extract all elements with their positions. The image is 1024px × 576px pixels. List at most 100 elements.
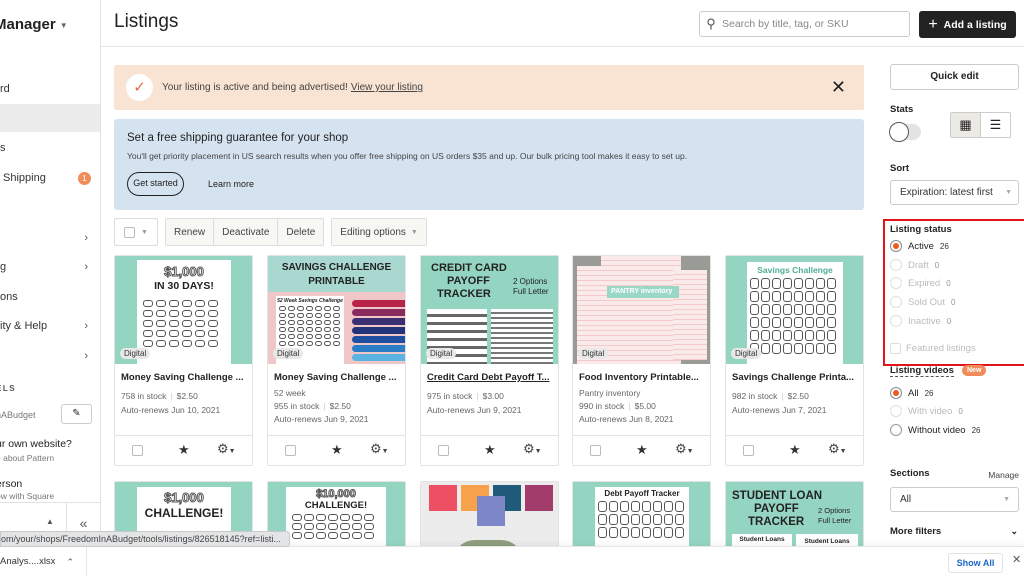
- list-view-button[interactable]: ☰: [981, 113, 1010, 137]
- sidebar-item-settings[interactable]: ›: [0, 342, 100, 370]
- renew-button[interactable]: Renew: [166, 219, 215, 245]
- radio-button[interactable]: [890, 387, 902, 399]
- listing-checkbox[interactable]: [438, 445, 449, 456]
- listing-title[interactable]: Money Saving Challenge ...: [274, 372, 402, 383]
- grid-view-button[interactable]: ▦: [951, 113, 981, 137]
- sections-select[interactable]: All ▼: [890, 487, 1019, 512]
- edit-shop-button[interactable]: ✎: [61, 404, 92, 424]
- status-option-expired[interactable]: Expired 0: [890, 277, 951, 289]
- select-all-dropdown[interactable]: ▼: [114, 218, 158, 246]
- listing-card[interactable]: SAVINGS CHALLENGE PRINTABLE 52 Week Savi…: [267, 255, 406, 466]
- caret-up-icon[interactable]: ⌃: [66, 547, 74, 576]
- add-listing-button[interactable]: + Add a listing: [919, 11, 1016, 38]
- editing-options-button[interactable]: Editing options ▼: [332, 219, 426, 245]
- sidebar-item-messages[interactable]: s: [0, 134, 100, 162]
- video-option-with-video[interactable]: With video 0: [890, 405, 963, 417]
- gear-icon[interactable]: ⚙▼: [370, 441, 389, 457]
- view-listing-link[interactable]: View your listing: [351, 82, 423, 93]
- gear-icon[interactable]: ⚙▼: [217, 441, 236, 457]
- delete-button[interactable]: Delete: [278, 219, 323, 245]
- listing-title[interactable]: Credit Card Debt Payoff T...: [427, 372, 555, 383]
- deactivate-button[interactable]: Deactivate: [214, 219, 279, 245]
- close-downloads-icon[interactable]: ✕: [1012, 553, 1021, 566]
- video-filter-count: 26: [924, 388, 934, 398]
- more-filters-label: More filters: [890, 526, 942, 537]
- close-alert-icon[interactable]: ✕: [831, 77, 846, 98]
- listing-card[interactable]: $1,000 IN 30 DAYS! Digital Money Saving …: [114, 255, 253, 466]
- sidebar-item-orders-shipping[interactable]: Shipping 1: [0, 164, 100, 192]
- search-box[interactable]: ⚲: [699, 11, 910, 37]
- listing-image[interactable]: Savings Challenge Digital: [726, 256, 863, 364]
- listing-card[interactable]: Savings Challenge Digital Savings Challe…: [725, 255, 864, 466]
- radio-button[interactable]: [890, 277, 902, 289]
- star-icon[interactable]: ★: [484, 442, 496, 458]
- manage-sections-link[interactable]: Manage: [988, 470, 1019, 480]
- listing-title[interactable]: Savings Challenge Printa...: [732, 372, 860, 383]
- editing-options-dropdown[interactable]: Editing options ▼: [331, 218, 427, 246]
- radio-button[interactable]: [890, 405, 902, 417]
- status-option-active[interactable]: Active 26: [890, 240, 949, 252]
- listing-image[interactable]: $1,000 IN 30 DAYS! Digital: [115, 256, 252, 364]
- star-icon[interactable]: ★: [636, 442, 648, 458]
- renewal-date: Auto-renews Jun 9, 2021: [274, 414, 369, 424]
- listing-card[interactable]: CREDIT CARD PAYOFF TRACKER 2 Options Ful…: [420, 255, 559, 466]
- status-option-sold-out[interactable]: Sold Out 0: [890, 296, 955, 308]
- radio-button[interactable]: [890, 240, 902, 252]
- listing-card[interactable]: PANTRY inventory Digital Food Inventory …: [572, 255, 711, 466]
- quick-edit-button[interactable]: Quick edit: [890, 64, 1019, 90]
- get-started-button[interactable]: Get started: [127, 172, 184, 196]
- status-option-draft[interactable]: Draft 0: [890, 259, 939, 271]
- status-count: 0: [934, 260, 940, 270]
- sidebar-item-dashboard[interactable]: rd: [0, 75, 100, 103]
- star-icon[interactable]: ★: [331, 442, 343, 458]
- video-option-without-video[interactable]: Without video 26: [890, 424, 980, 436]
- listing-title[interactable]: Food Inventory Printable...: [579, 372, 707, 383]
- radio-button[interactable]: [890, 259, 902, 271]
- more-filters-toggle[interactable]: More filters ⌄: [890, 526, 1018, 537]
- gear-icon[interactable]: ⚙▼: [523, 441, 542, 457]
- sidebar-item-integrations[interactable]: ons: [0, 283, 100, 311]
- star-icon[interactable]: ★: [789, 442, 801, 458]
- show-all-downloads-button[interactable]: Show All: [948, 553, 1003, 573]
- sidebar-item-marketing[interactable]: g ›: [0, 253, 100, 281]
- envelope-red: [429, 485, 457, 511]
- sidebar-item-community-help[interactable]: ity & Help ›: [0, 312, 100, 340]
- sort-select[interactable]: Expiration: latest first ▼: [890, 180, 1019, 205]
- select-all-checkbox[interactable]: [124, 226, 136, 238]
- search-input[interactable]: [722, 18, 902, 30]
- square-promo-title[interactable]: erson: [0, 478, 22, 490]
- grid-icon: ▦: [959, 117, 972, 132]
- sales-channels-heading: ELS: [0, 384, 17, 393]
- listing-image[interactable]: PANTRY inventory Digital: [573, 256, 710, 364]
- stats-toggle[interactable]: [889, 122, 921, 142]
- shop-name[interactable]: nABudget: [0, 410, 36, 420]
- listing-checkbox[interactable]: [590, 445, 601, 456]
- featured-listings-filter[interactable]: Featured listings: [890, 343, 976, 354]
- listing-checkbox[interactable]: [285, 445, 296, 456]
- listing-status-label: Listing status: [890, 224, 952, 235]
- gear-icon[interactable]: ⚙▼: [828, 441, 847, 457]
- featured-checkbox[interactable]: [890, 343, 901, 354]
- shop-manager-menu[interactable]: Manager ▼: [0, 16, 68, 33]
- radio-button[interactable]: [890, 296, 902, 308]
- sidebar-item-stats[interactable]: ›: [0, 224, 100, 252]
- listing-checkbox[interactable]: [743, 445, 754, 456]
- video-option-all[interactable]: All 26: [890, 387, 933, 399]
- pattern-promo-title[interactable]: ur own website?: [0, 438, 72, 450]
- image-caption: Student Loans: [804, 538, 850, 545]
- radio-button[interactable]: [890, 424, 902, 436]
- caret-up-icon[interactable]: ▲: [46, 517, 54, 526]
- listing-title[interactable]: Money Saving Challenge ...: [121, 372, 249, 383]
- learn-more-link[interactable]: Learn more: [208, 179, 254, 189]
- listing-image[interactable]: SAVINGS CHALLENGE PRINTABLE 52 Week Savi…: [268, 256, 405, 364]
- status-option-inactive[interactable]: Inactive 0: [890, 315, 951, 327]
- listing-image[interactable]: CREDIT CARD PAYOFF TRACKER 2 Options Ful…: [421, 256, 558, 364]
- download-item[interactable]: Analys....xlsx ⌃: [0, 547, 87, 576]
- caret-down-icon: ▼: [141, 228, 148, 236]
- listing-checkbox[interactable]: [132, 445, 143, 456]
- image-pattern: [598, 501, 684, 538]
- sidebar-item-listings[interactable]: [0, 104, 100, 132]
- gear-icon[interactable]: ⚙▼: [675, 441, 694, 457]
- star-icon[interactable]: ★: [178, 442, 190, 458]
- radio-button[interactable]: [890, 315, 902, 327]
